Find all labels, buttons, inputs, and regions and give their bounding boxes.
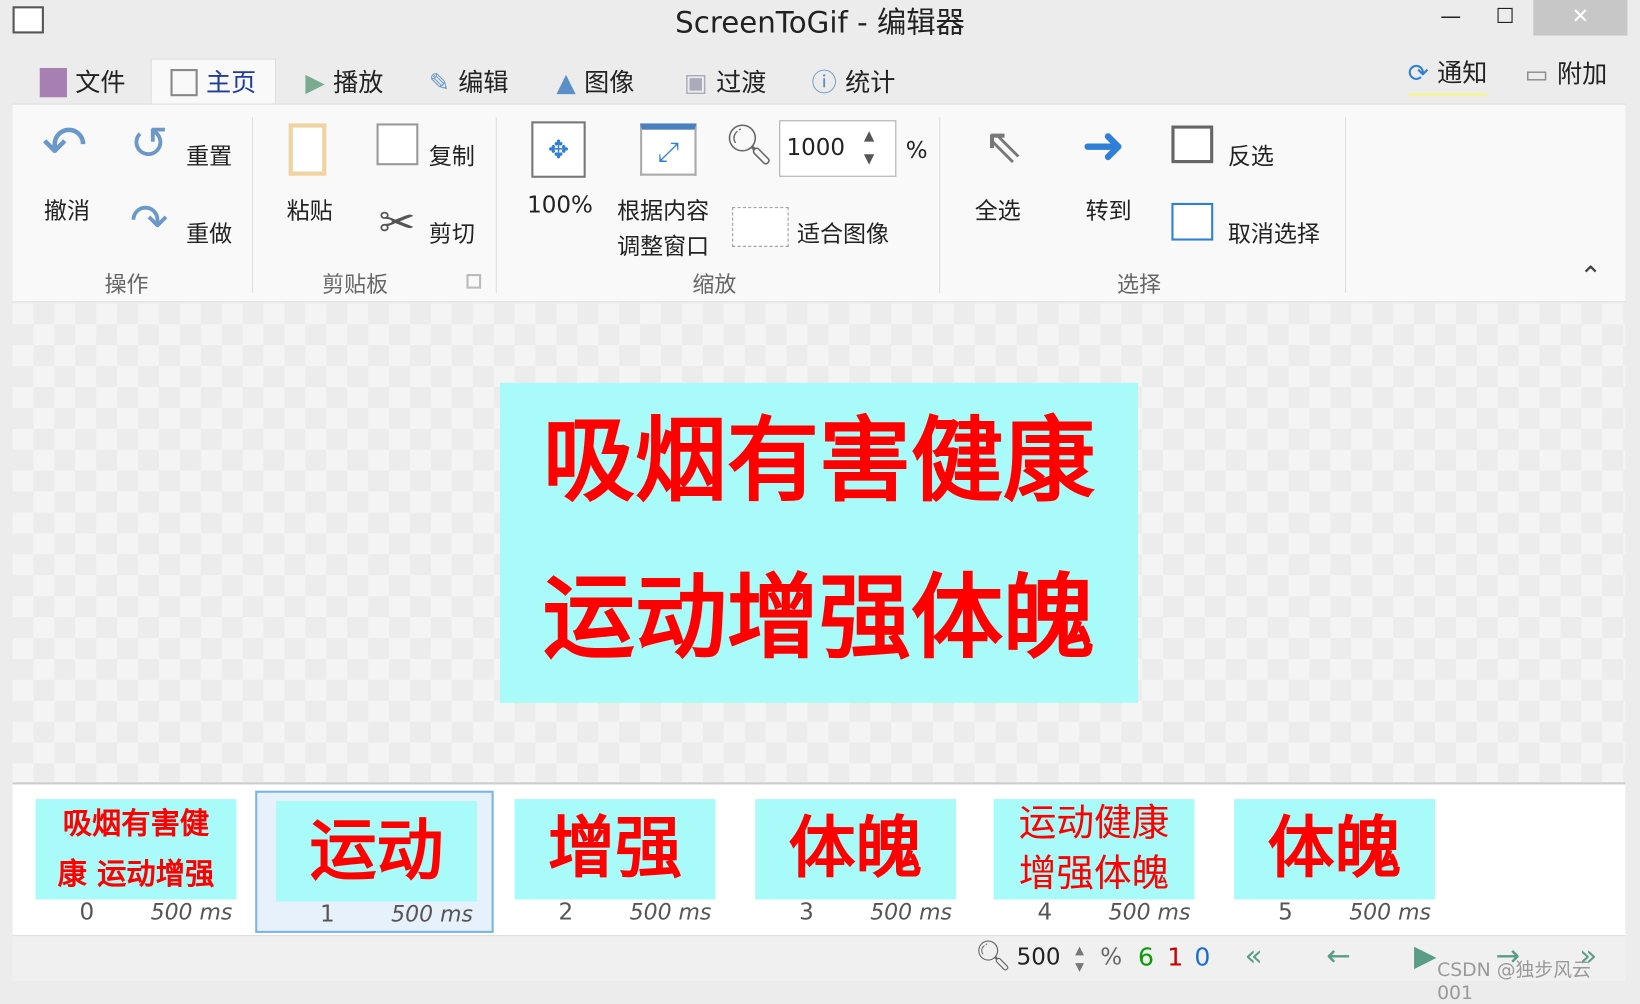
- selected-count: 1: [1167, 942, 1184, 972]
- expand-icon: ✥: [531, 121, 586, 178]
- previous-frame-button[interactable]: ←: [1326, 938, 1351, 973]
- window-title: ScreenToGif - 编辑器: [675, 5, 965, 40]
- ribbon-tabs: 文件 主页 ▶ 播放 ✎ 编辑 ▲ 图像 ▣ 过渡 ⓘ 统计 ⟳ 通知 ▭ 附加: [13, 52, 1626, 105]
- current-frame-image: 吸烟有害健康 运动增强体魄: [499, 382, 1138, 703]
- dialog-launcher-icon[interactable]: [466, 274, 482, 289]
- cursor-icon: ⇖: [983, 117, 1024, 174]
- tab-edit[interactable]: ✎ 编辑: [429, 61, 509, 105]
- editor-canvas[interactable]: 吸烟有害健康 运动增强体魄: [12, 303, 1626, 783]
- clipboard-icon: [288, 123, 327, 176]
- minimize-button[interactable]: —: [1425, 0, 1477, 36]
- tab-playback[interactable]: ▶ 播放: [305, 61, 383, 105]
- frame-count: 6: [1137, 942, 1154, 972]
- frame-list[interactable]: 吸烟有害健康 运动增强体魄0500 ms 运动1500 ms 增强2500 ms…: [12, 782, 1626, 936]
- frame-item[interactable]: 增强 2 500 ms: [496, 791, 734, 933]
- tab-home[interactable]: 主页: [150, 58, 277, 105]
- zoom-stepper[interactable]: ▲ ▼: [864, 126, 874, 172]
- pencil-icon: ✎: [428, 67, 450, 98]
- tab-statistics[interactable]: ⓘ 统计: [812, 61, 896, 105]
- deselect-icon: [1171, 202, 1214, 241]
- frame-item[interactable]: 运动健康 增强体魄 4 500 ms: [975, 791, 1213, 933]
- magnifier-icon: 🔍︎: [974, 938, 1012, 973]
- info-icon: ⓘ: [811, 67, 837, 98]
- divider: [252, 117, 254, 293]
- divider: [1345, 117, 1347, 293]
- undo-icon: ↶: [41, 115, 88, 178]
- notifications-button[interactable]: ⟳ 通知: [1407, 52, 1488, 97]
- extras-button[interactable]: ▭ 附加: [1525, 52, 1607, 96]
- zoom-input[interactable]: 1000: [779, 120, 897, 177]
- tab-file[interactable]: 文件: [39, 61, 126, 105]
- close-button[interactable]: ✕: [1533, 0, 1628, 36]
- frame-item[interactable]: 体魄 3 500 ms: [736, 791, 974, 933]
- maximize-button[interactable]: ☐: [1479, 0, 1531, 36]
- status-zoom-input[interactable]: 500: [1017, 944, 1061, 970]
- magnifier-icon: 🔍︎: [723, 121, 775, 168]
- refresh-icon: ⟳: [1407, 58, 1429, 88]
- resize-window-icon: ⤢: [640, 123, 697, 176]
- status-zoom-stepper[interactable]: ▲ ▼: [1075, 942, 1084, 975]
- invert-selection-icon: [1171, 125, 1214, 164]
- first-frame-button[interactable]: «: [1245, 938, 1263, 973]
- window-icon: ▭: [1524, 59, 1549, 89]
- frame-item[interactable]: 体魄 5 500 ms: [1215, 791, 1453, 933]
- save-icon: [39, 67, 67, 98]
- frame-item[interactable]: 吸烟有害健康 运动增强体魄0500 ms: [17, 791, 255, 933]
- image-icon: [170, 68, 198, 96]
- picture-icon: ▲: [556, 67, 576, 98]
- scissors-icon: ✂: [378, 196, 416, 248]
- arrow-right-icon: ➜: [1081, 115, 1126, 176]
- transition-icon: ▣: [684, 67, 708, 98]
- reset-icon: ↺: [129, 117, 169, 171]
- image-icon: [732, 207, 789, 247]
- status-bar: 🔍︎ 500 ▲ ▼ % 6 1 0 « ← ▶ → » CSDN @独步风云00…: [12, 935, 1626, 1004]
- frame-item[interactable]: 运动 1 500 ms: [255, 790, 494, 933]
- copy-icon: [376, 123, 419, 166]
- tab-transitions[interactable]: ▣ 过渡: [684, 61, 766, 105]
- current-frame: 0: [1194, 942, 1211, 972]
- play-icon: ▶: [305, 67, 325, 98]
- divider: [939, 117, 941, 293]
- collapse-ribbon-icon[interactable]: ⌃: [1579, 261, 1602, 292]
- divider: [495, 117, 497, 293]
- redo-icon: ↷: [129, 194, 169, 248]
- watermark: CSDN @独步风云001: [1437, 959, 1591, 1004]
- tab-image[interactable]: ▲ 图像: [556, 61, 634, 105]
- play-button[interactable]: ▶: [1414, 938, 1437, 973]
